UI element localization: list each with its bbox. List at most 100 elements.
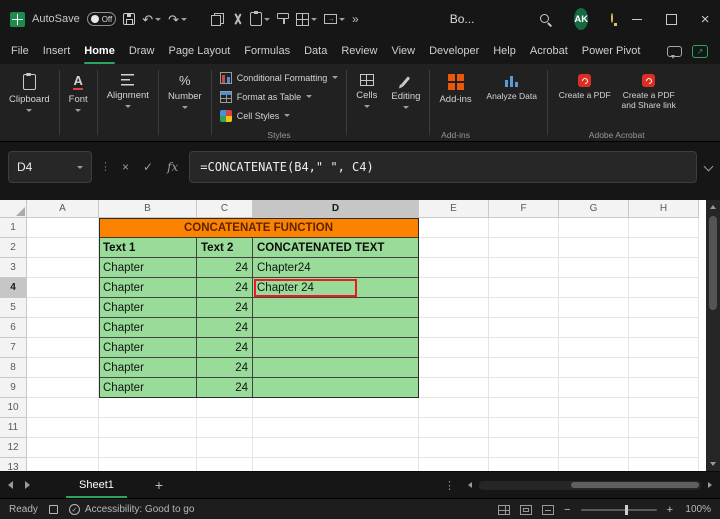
page-break-view-icon[interactable] xyxy=(542,505,554,515)
cell-D11[interactable] xyxy=(253,418,419,438)
cell-B7[interactable]: Chapter xyxy=(99,338,197,358)
cell-G9[interactable] xyxy=(559,378,629,398)
scroll-down-icon[interactable] xyxy=(710,462,716,466)
row-header-4[interactable]: 4 xyxy=(0,278,27,298)
cell-A5[interactable] xyxy=(27,298,99,318)
cell-H5[interactable] xyxy=(629,298,699,318)
column-header-c[interactable]: C xyxy=(197,200,253,218)
number-group[interactable]: % Number xyxy=(161,64,209,141)
cell-D12[interactable] xyxy=(253,438,419,458)
formula-input[interactable]: =CONCATENATE(B4," ", C4) xyxy=(189,151,697,183)
scroll-up-icon[interactable] xyxy=(710,205,716,209)
cell-B5[interactable]: Chapter xyxy=(99,298,197,318)
clipboard-group[interactable]: Clipboard xyxy=(2,64,57,141)
cell-H8[interactable] xyxy=(629,358,699,378)
cell-A11[interactable] xyxy=(27,418,99,438)
menu-item-data[interactable]: Data xyxy=(297,38,334,64)
cell-B3[interactable]: Chapter xyxy=(99,258,197,278)
cell-G13[interactable] xyxy=(559,458,629,471)
cell-G1[interactable] xyxy=(559,218,629,238)
cell-E2[interactable] xyxy=(419,238,489,258)
cell-B8[interactable]: Chapter xyxy=(99,358,197,378)
menu-item-power-pivot[interactable]: Power Pivot xyxy=(575,38,648,64)
cell-H11[interactable] xyxy=(629,418,699,438)
cell-E11[interactable] xyxy=(419,418,489,438)
maximize-button[interactable] xyxy=(654,0,688,38)
cell-F5[interactable] xyxy=(489,298,559,318)
cell-F8[interactable] xyxy=(489,358,559,378)
alignment-group[interactable]: Alignment xyxy=(100,64,156,141)
create-pdf-share-button[interactable]: Create a PDF and Share link xyxy=(618,74,680,110)
row-header-3[interactable]: 3 xyxy=(0,258,27,278)
cell-A4[interactable] xyxy=(27,278,99,298)
cell-E3[interactable] xyxy=(419,258,489,278)
row-header-1[interactable]: 1 xyxy=(0,218,27,238)
column-header-f[interactable]: F xyxy=(489,200,559,218)
cell-A3[interactable] xyxy=(27,258,99,278)
page-layout-view-icon[interactable] xyxy=(520,505,532,515)
cell-H4[interactable] xyxy=(629,278,699,298)
cell-B12[interactable] xyxy=(99,438,197,458)
cell-C4[interactable]: 24 xyxy=(197,278,253,298)
zoom-in-button[interactable]: + xyxy=(667,504,673,516)
expand-formula-bar-icon[interactable] xyxy=(704,162,714,172)
cell-H12[interactable] xyxy=(629,438,699,458)
minimize-button[interactable] xyxy=(620,0,654,38)
cell-G3[interactable] xyxy=(559,258,629,278)
cell-A2[interactable] xyxy=(27,238,99,258)
cell-B11[interactable] xyxy=(99,418,197,438)
cell-H7[interactable] xyxy=(629,338,699,358)
more-commands-button[interactable]: » xyxy=(352,12,359,26)
addins-group[interactable]: Add-ins Add-ins xyxy=(432,64,478,141)
zoom-slider[interactable] xyxy=(581,509,657,511)
editing-group[interactable]: Editing xyxy=(384,64,427,141)
format-as-table-button[interactable]: Format as Table xyxy=(220,87,339,106)
cell-A7[interactable] xyxy=(27,338,99,358)
cell-H3[interactable] xyxy=(629,258,699,278)
tab-options-icon[interactable]: ⋮ xyxy=(444,479,455,492)
enter-button[interactable]: ✓ xyxy=(140,151,156,183)
cell-G6[interactable] xyxy=(559,318,629,338)
cell-E8[interactable] xyxy=(419,358,489,378)
cell-D5[interactable] xyxy=(253,298,419,318)
cell-E4[interactable] xyxy=(419,278,489,298)
zoom-slider-thumb[interactable] xyxy=(625,505,628,515)
menu-item-draw[interactable]: Draw xyxy=(122,38,162,64)
menu-item-formulas[interactable]: Formulas xyxy=(237,38,297,64)
vertical-scroll-thumb[interactable] xyxy=(709,216,717,310)
cell-F7[interactable] xyxy=(489,338,559,358)
cell-G2[interactable] xyxy=(559,238,629,258)
cell-D7[interactable] xyxy=(253,338,419,358)
macro-record-icon[interactable] xyxy=(49,505,58,514)
cell-D3[interactable]: Chapter24 xyxy=(253,258,419,278)
cell-E10[interactable] xyxy=(419,398,489,418)
cell-B6[interactable]: Chapter xyxy=(99,318,197,338)
hscroll-right-icon[interactable] xyxy=(708,482,712,488)
cells-group[interactable]: Cells xyxy=(349,64,384,141)
cell-H2[interactable] xyxy=(629,238,699,258)
horizontal-scroll-thumb[interactable] xyxy=(571,482,699,488)
cell-B1[interactable]: CONCATENATE FUNCTION xyxy=(99,218,419,238)
cell-D13[interactable] xyxy=(253,458,419,471)
zoom-level[interactable]: 100% xyxy=(683,504,711,515)
menu-item-developer[interactable]: Developer xyxy=(422,38,486,64)
cell-H1[interactable] xyxy=(629,218,699,238)
cell-D2[interactable]: CONCATENATED TEXT xyxy=(253,238,419,258)
save-button[interactable] xyxy=(123,13,135,25)
cell-D8[interactable] xyxy=(253,358,419,378)
cell-E12[interactable] xyxy=(419,438,489,458)
menu-item-acrobat[interactable]: Acrobat xyxy=(523,38,575,64)
cell-A10[interactable] xyxy=(27,398,99,418)
horizontal-scrollbar[interactable] xyxy=(479,481,701,490)
row-header-5[interactable]: 5 xyxy=(0,298,27,318)
cell-C2[interactable]: Text 2 xyxy=(197,238,253,258)
menu-item-file[interactable]: File xyxy=(4,38,36,64)
cell-C13[interactable] xyxy=(197,458,253,471)
cell-C9[interactable]: 24 xyxy=(197,378,253,398)
hscroll-left-icon[interactable] xyxy=(468,482,472,488)
cell-C10[interactable] xyxy=(197,398,253,418)
cell-E13[interactable] xyxy=(419,458,489,471)
cell-G5[interactable] xyxy=(559,298,629,318)
cell-C11[interactable] xyxy=(197,418,253,438)
zoom-out-button[interactable]: − xyxy=(564,504,570,516)
